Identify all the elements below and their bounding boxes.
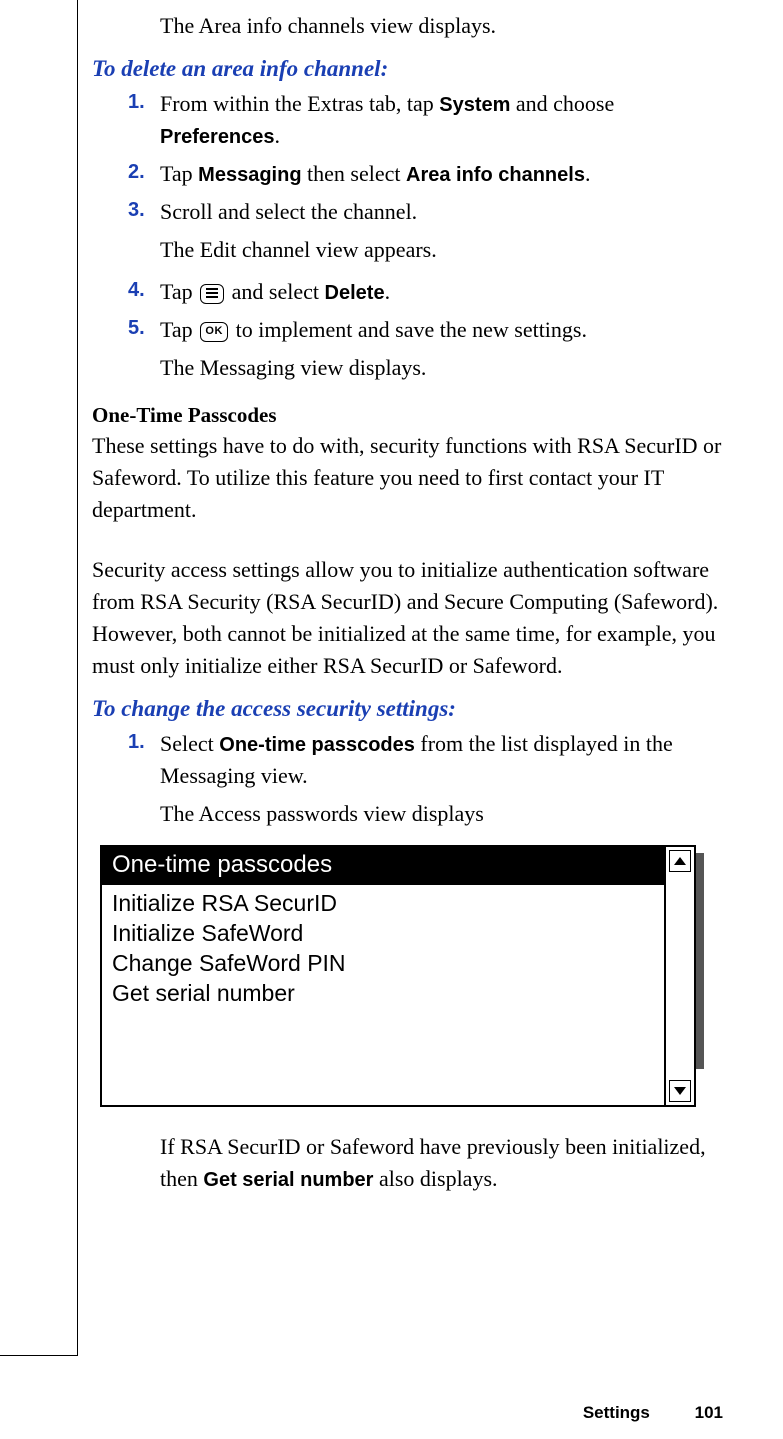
footer-page-number: 101 [695, 1403, 723, 1422]
ui-label-messaging: Messaging [198, 164, 301, 186]
para-passcodes-1: These settings have to do with, security… [92, 430, 723, 526]
task-heading-security: To change the access security settings: [92, 696, 723, 722]
intro-text: The Area info channels view displays. [92, 10, 723, 42]
ui-label-system: System [439, 94, 510, 116]
step-text: Tap OK to implement and save the new set… [160, 317, 587, 342]
ui-label-onetime-passcodes: One-time passcodes [219, 734, 415, 756]
step-2: 2. Tap Messaging then select Area info c… [128, 158, 723, 190]
step-sec-1-extra: The Access passwords view displays [160, 798, 723, 830]
step-text: Tap and select Delete. [160, 279, 390, 304]
section-heading-passcodes: One-Time Passcodes [92, 403, 723, 428]
step-number: 3. [128, 196, 145, 225]
scroll-up-button[interactable] [669, 850, 691, 872]
page-bottom-border [0, 1355, 78, 1356]
step-number: 1. [128, 88, 145, 117]
ui-label-area-info-channels: Area info channels [406, 164, 585, 186]
step-text: Scroll and select the channel. [160, 199, 417, 224]
step-sec-1: 1. Select One-time passcodes from the li… [128, 728, 723, 792]
ok-icon: OK [200, 322, 228, 342]
task-heading-delete-channel: To delete an area info channel: [92, 56, 723, 82]
step-3: 3. Scroll and select the channel. [128, 196, 723, 228]
para-passcodes-2: Security access settings allow you to in… [92, 554, 723, 682]
step-text: Tap Messaging then select Area info chan… [160, 161, 590, 186]
ui-label-delete: Delete [325, 282, 385, 304]
step-number: 4. [128, 276, 145, 305]
footer: Settings 101 [583, 1403, 723, 1423]
footer-section: Settings [583, 1403, 650, 1422]
step-5-extra: The Messaging view displays. [160, 352, 723, 384]
screenshot-one-time-passcodes: One-time passcodes Initialize RSA SecurI… [100, 845, 704, 1107]
step-number: 5. [128, 314, 145, 343]
step-text: From within the Extras tab, tap System a… [160, 91, 614, 148]
step-3-extra: The Edit channel view appears. [160, 234, 723, 266]
after-screenshot-text: If RSA SecurID or Safeword have previous… [160, 1131, 723, 1195]
step-4: 4. Tap and select Delete. [128, 276, 723, 308]
screenshot-body: Initialize RSA SecurID Initialize SafeWo… [102, 885, 664, 1105]
step-number: 2. [128, 158, 145, 187]
list-item[interactable]: Initialize RSA SecurID [112, 889, 654, 919]
page-left-border [77, 0, 78, 1355]
step-5: 5. Tap OK to implement and save the new … [128, 314, 723, 346]
scrollbar [664, 847, 694, 1105]
menu-icon [200, 284, 224, 304]
ui-label-get-serial-number: Get serial number [203, 1169, 373, 1191]
list-item[interactable]: Initialize SafeWord [112, 919, 654, 949]
step-number: 1. [128, 728, 145, 757]
scroll-down-button[interactable] [669, 1080, 691, 1102]
step-text: Select One-time passcodes from the list … [160, 731, 673, 788]
ui-label-preferences: Preferences [160, 126, 275, 148]
step-1: 1. From within the Extras tab, tap Syste… [128, 88, 723, 152]
list-item[interactable]: Change SafeWord PIN [112, 949, 654, 979]
list-item[interactable]: Get serial number [112, 979, 654, 1009]
screenshot-title: One-time passcodes [102, 847, 664, 885]
